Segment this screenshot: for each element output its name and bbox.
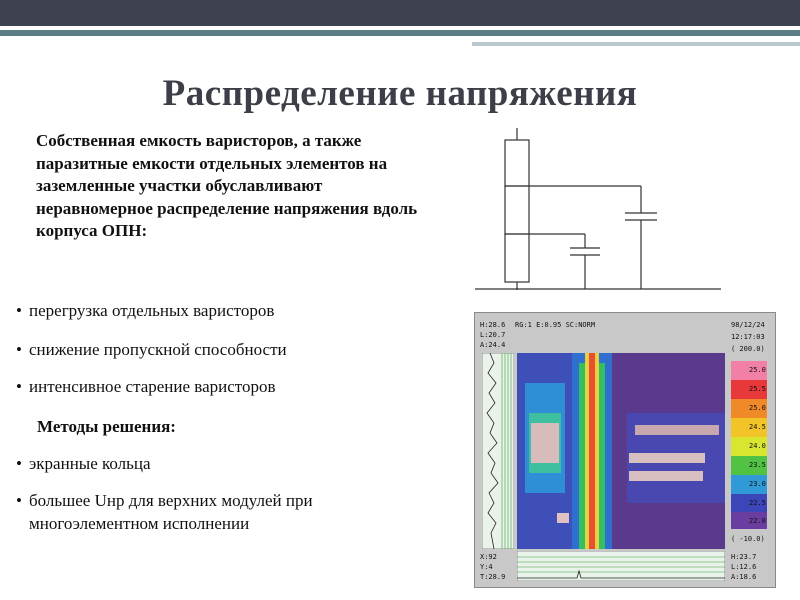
thermo-mode-readout: RG:1 E:0.95 SC:NORM — [515, 321, 596, 329]
profile-max-readout: H:23.7 — [731, 553, 757, 561]
slide-accent-stripe-light — [472, 42, 800, 46]
scale-tick-label: 22.0 — [749, 517, 766, 525]
thermo-max-readout: H:28.6 — [480, 321, 506, 329]
scale-tick-label: 24.0 — [749, 442, 766, 450]
slide-top-bar — [0, 0, 800, 26]
horizontal-profile-strip — [517, 551, 725, 581]
methods-heading: Методы решения: — [37, 417, 176, 436]
intro-paragraph: Собственная емкость варисторов, а также … — [36, 131, 418, 241]
scale-tick-label: 25.0 — [749, 366, 766, 374]
bullet-marker: • — [16, 301, 22, 320]
arrester-circuit-diagram — [475, 128, 721, 290]
scale-tick-label: 22.5 — [749, 499, 766, 507]
bullet-marker: • — [16, 377, 22, 396]
cursor-y-readout: Y:4 — [480, 563, 493, 571]
scale-tick-label: 23.5 — [749, 461, 766, 469]
list-item-text: экранные кольца — [29, 454, 151, 473]
scale-tick-label: 23.0 — [749, 480, 766, 488]
varistor-block-bottom — [504, 233, 530, 283]
bullet-marker: • — [16, 491, 22, 510]
thermogram-panel: H:28.6 L:20.7 A:24.4 RG:1 E:0.95 SC:NORM… — [474, 312, 776, 588]
thermal-image — [517, 353, 725, 549]
thermo-time: 12:17:03 — [731, 333, 765, 341]
scale-tick-label: 24.5 — [749, 423, 766, 431]
scale-tick-label: 25.0 — [749, 404, 766, 412]
profile-avg-readout: A:18.6 — [731, 573, 757, 581]
vertical-profile-strip — [482, 353, 514, 549]
scale-tick-label: 25.5 — [749, 385, 766, 393]
varistor-block-top — [504, 139, 530, 187]
thermo-date: 98/12/24 — [731, 321, 765, 329]
thermo-min-readout: L:20.7 — [480, 331, 506, 339]
list-item-text: снижение пропускной способности — [29, 340, 287, 359]
bullet-marker: • — [16, 340, 22, 359]
slide-title: Распределение напряжения — [162, 73, 638, 114]
list-item-text: большее Uнр для верхних модулей при — [29, 491, 313, 510]
thermo-avg-readout: A:24.4 — [480, 341, 506, 349]
varistor-block-middle — [504, 185, 530, 235]
list-item-text: интенсивное старение варисторов — [29, 377, 276, 396]
list-item-text-continued: многоэлементном исполнении — [29, 514, 250, 533]
thermo-range-top: ( 200.0) — [731, 345, 765, 353]
cursor-x-readout: X:92 — [480, 553, 497, 561]
bullet-marker: • — [16, 454, 22, 473]
profile-min-readout: L:12.6 — [731, 563, 757, 571]
thermo-range-bottom: ( -10.0) — [731, 535, 765, 543]
cursor-t-readout: T:28.9 — [480, 573, 506, 581]
list-item-text: перегрузка отдельных варисторов — [29, 301, 275, 320]
slide-accent-stripe — [0, 30, 800, 36]
